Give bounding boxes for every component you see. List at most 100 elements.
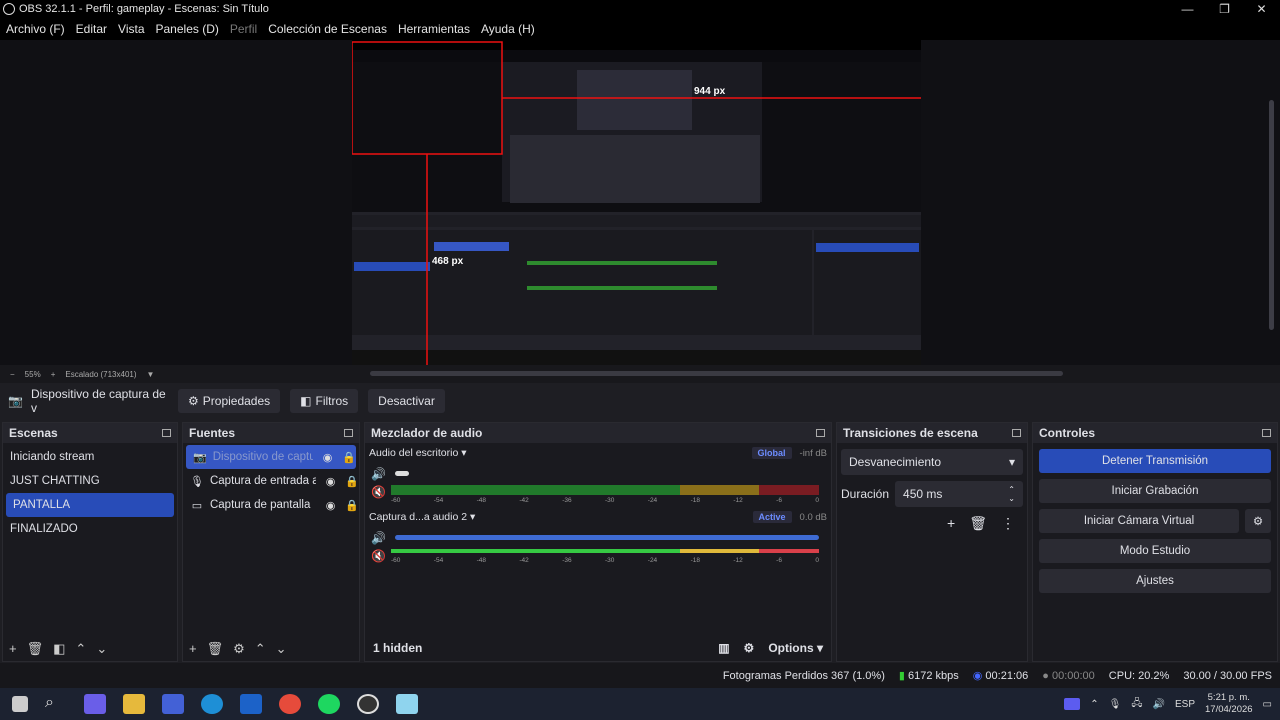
eye-icon[interactable]: ◉ [323,451,333,464]
lock-icon[interactable]: 🔒 [345,475,359,488]
options-button[interactable]: Options ▾ [768,641,823,655]
source-label: Captura de entrada au [209,475,316,487]
store-icon[interactable] [162,694,184,714]
menu-herramientas[interactable]: Herramientas [398,22,470,36]
lock-icon[interactable]: 🔒 [345,499,359,512]
mute-icon[interactable]: 🔇 [371,549,386,563]
source-item-capture-device[interactable]: 📷 Dispositivo de captura ◉ 🔒 [186,445,356,469]
meter-tick-label: -6 [776,497,782,504]
status-bar: Fotogramas Perdidos 367 (1.0%) ▮ 6172 kb… [0,663,1280,688]
maximize-button[interactable]: ❐ [1206,0,1243,18]
zoom-in-icon[interactable]: + [51,370,56,379]
volume-slider[interactable] [395,471,409,476]
chevron-down-icon[interactable]: ▾ [470,511,475,523]
move-up-icon[interactable]: ⌃ [75,641,86,657]
move-up-icon[interactable]: ⌃ [255,641,266,657]
menu-vista[interactable]: Vista [118,22,144,36]
volume-slider[interactable] [395,535,819,540]
notepad-icon[interactable] [396,694,418,714]
menu-bar: Archivo (F) Editar Vista Paneles (D) Per… [0,18,1280,40]
mute-icon[interactable]: 🔇 [371,485,386,499]
edge-icon[interactable] [201,694,223,714]
advanced-audio-icon[interactable]: ⚙ [744,641,755,655]
undock-icon[interactable] [162,429,171,437]
chevron-down-icon: ▾ [1008,455,1015,469]
minimize-button[interactable]: — [1169,0,1206,18]
properties-button[interactable]: ⚙ Propiedades [178,389,281,413]
notification-icon[interactable]: ▭ [1263,699,1272,710]
menu-editar[interactable]: Editar [76,22,107,36]
file-explorer-icon[interactable] [123,694,145,714]
gear-icon[interactable]: ⚙ [1245,509,1271,533]
hidden-count[interactable]: 1 hidden [373,641,422,655]
eye-icon[interactable]: ◉ [326,475,336,488]
mic-icon[interactable]: 🎙 [1109,699,1122,710]
stop-stream-button[interactable]: Detener Transmisión [1039,449,1271,473]
network-icon[interactable]: 🖧 [1131,696,1142,713]
filter-icon[interactable]: ◧ [53,641,65,657]
add-icon[interactable]: + [947,515,955,532]
keyboard-language[interactable]: ESP [1175,699,1195,710]
menu-perfil[interactable]: Perfil [230,22,257,36]
undock-icon[interactable] [1012,429,1021,437]
spotify-icon[interactable] [318,694,340,714]
scene-item-just-chatting[interactable]: JUST CHATTING [3,469,177,493]
chevron-down-icon[interactable]: ▾ [461,447,466,459]
chevron-up-icon[interactable]: ⌃ [1090,699,1098,710]
start-recording-button[interactable]: Iniciar Grabación [1039,479,1271,503]
more-icon[interactable]: ⋮ [1001,515,1015,532]
zoom-out-icon[interactable]: − [10,370,15,379]
windows-start-icon[interactable] [12,696,28,712]
chrome-icon[interactable] [279,694,301,714]
undock-icon[interactable] [1262,429,1271,437]
menu-archivo[interactable]: Archivo (F) [6,22,65,36]
virtual-camera-button[interactable]: Iniciar Cámara Virtual [1039,509,1239,533]
copilot-icon[interactable] [84,694,106,714]
transition-select[interactable]: Desvanecimiento ▾ [841,449,1023,475]
scene-item-finalizado[interactable]: FINALIZADO [3,517,177,541]
filters-button[interactable]: ◧ Filtros [290,389,359,413]
source-item-screen-capture[interactable]: ▭ Captura de pantalla ◉ 🔒 [183,493,359,517]
scene-item-iniciando[interactable]: Iniciando stream [3,445,177,469]
meter-tick-label: -6 [776,557,782,564]
menu-paneles[interactable]: Paneles (D) [156,22,219,36]
scene-item-pantalla[interactable]: PANTALLA [6,493,174,517]
move-down-icon[interactable]: ⌄ [276,641,287,657]
lock-icon[interactable]: 🔒 [342,451,356,464]
move-down-icon[interactable]: ⌄ [96,641,107,657]
settings-button[interactable]: Ajustes [1039,569,1271,593]
app-tray-icon[interactable] [1064,698,1081,710]
preview-area[interactable]: 944 px 468 px [0,40,1280,365]
deactivate-button[interactable]: Desactivar [368,389,445,413]
meter-tick-label: -60 [391,497,401,504]
gear-icon[interactable]: ⚙ [233,641,245,657]
scaling-dropdown-icon[interactable]: ▼ [147,370,155,379]
studio-mode-button[interactable]: Modo Estudio [1039,539,1271,563]
meter-tick-label: -24 [647,497,658,504]
volume-icon[interactable]: 🔊 [1153,699,1165,710]
add-icon[interactable]: + [189,641,197,657]
add-icon[interactable]: + [9,641,17,657]
source-item-audio-input[interactable]: 🎙 Captura de entrada au ◉ 🔒 [183,469,359,493]
obs-icon[interactable] [357,694,379,714]
outlook-icon[interactable] [240,694,262,714]
undock-icon[interactable] [344,429,353,437]
trash-icon[interactable]: 🗑 [207,641,224,657]
search-icon[interactable]: ⌕ [45,694,67,714]
duration-input[interactable]: 450 ms ⌃ ⌄ [895,481,1023,507]
undock-icon[interactable] [816,429,825,437]
trash-icon[interactable]: 🗑 [969,515,987,532]
preview-vertical-scrollbar[interactable] [1269,100,1274,330]
close-button[interactable]: ✕ [1243,0,1280,18]
trash-icon[interactable]: 🗑 [27,641,44,657]
layout-icon[interactable]: ▥ [718,641,729,655]
clock[interactable]: 5:21 p. m. 17/04/2026 [1205,692,1253,716]
menu-coleccion[interactable]: Colección de Escenas [268,22,387,36]
eye-icon[interactable]: ◉ [326,499,336,512]
speaker-icon[interactable]: 🔊 [371,531,386,545]
stepper-icon[interactable]: ⌃ ⌄ [1008,485,1015,503]
preview-canvas[interactable]: 944 px 468 px [352,40,921,365]
menu-ayuda[interactable]: Ayuda (H) [481,22,535,36]
preview-horizontal-scrollbar[interactable] [370,371,1063,376]
speaker-icon[interactable]: 🔊 [371,467,386,481]
